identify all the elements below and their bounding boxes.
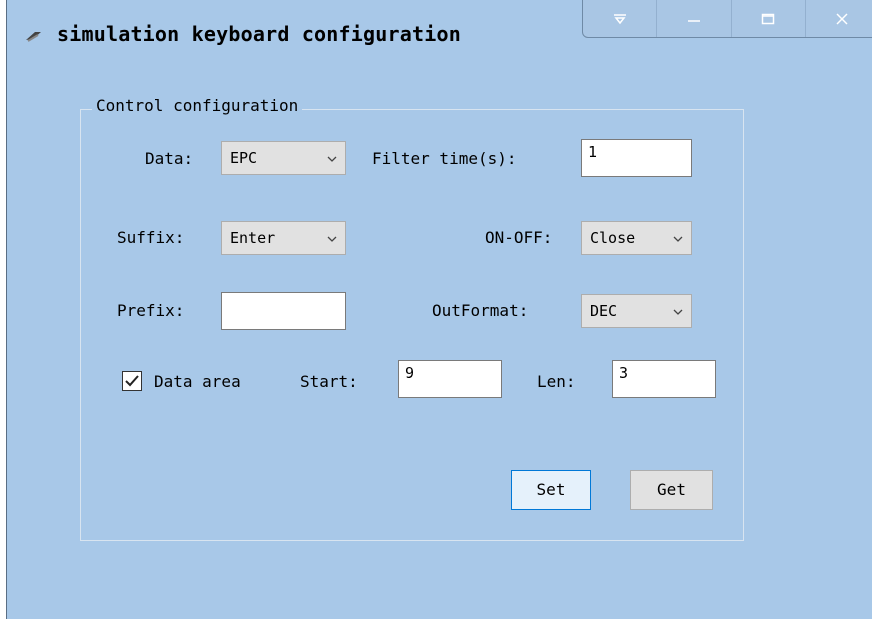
len-field[interactable]: 3 (612, 360, 716, 398)
chevron-down-icon (673, 309, 683, 315)
chevron-down-icon (327, 156, 337, 162)
outformat-label: OutFormat: (432, 301, 529, 320)
start-field[interactable]: 9 (398, 360, 502, 398)
window-title: simulation keyboard configuration (57, 22, 461, 46)
len-label: Len: (537, 372, 576, 391)
suffix-select[interactable]: Enter (221, 221, 346, 255)
maximize-icon (761, 13, 775, 24)
onoff-select[interactable]: Close (581, 221, 692, 255)
data-area-checkbox[interactable] (122, 371, 142, 391)
minimize-icon (687, 19, 700, 22)
onoff-select-value: Close (590, 229, 636, 247)
caption-buttons (582, 0, 872, 38)
outformat-select[interactable]: DEC (581, 294, 692, 328)
chevron-down-icon (673, 236, 683, 242)
dropdown-button[interactable] (583, 0, 658, 37)
filter-time-label: Filter time(s): (372, 149, 517, 168)
suffix-label: Suffix: (117, 228, 185, 247)
onoff-label: ON-OFF: (485, 228, 553, 247)
group-title: Control configuration (92, 96, 303, 115)
app-icon (26, 32, 41, 42)
prefix-field[interactable] (221, 292, 346, 330)
suffix-select-value: Enter (230, 229, 276, 247)
get-button[interactable]: Get (630, 470, 713, 510)
maximize-button[interactable] (732, 0, 806, 37)
data-area-label[interactable]: Data area (154, 372, 241, 391)
data-label: Data: (145, 149, 194, 168)
set-button[interactable]: Set (511, 470, 591, 510)
data-select-value: EPC (230, 149, 258, 167)
checkmark-icon (125, 375, 139, 387)
minimize-button[interactable] (657, 0, 732, 37)
chevron-down-icon (327, 236, 337, 242)
prefix-label: Prefix: (117, 301, 185, 320)
start-label: Start: (300, 372, 358, 391)
filter-time-field[interactable]: 1 (581, 139, 692, 177)
outformat-select-value: DEC (590, 302, 618, 320)
close-button[interactable] (806, 0, 872, 37)
data-select[interactable]: EPC (221, 141, 346, 175)
close-icon (836, 12, 848, 25)
dropdown-icon (613, 13, 626, 24)
